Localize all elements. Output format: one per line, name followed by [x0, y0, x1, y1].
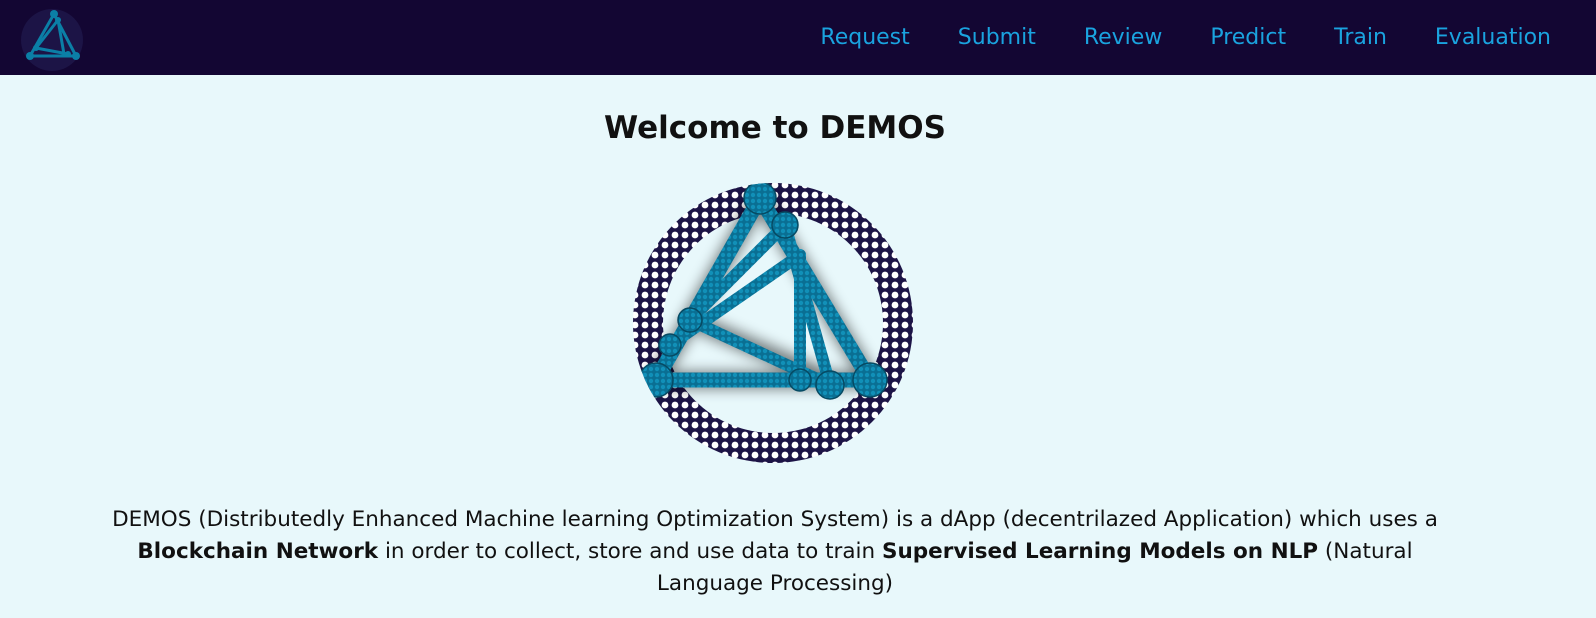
- description-bold-blockchain: Blockchain Network: [137, 539, 379, 564]
- description-text-1: DEMOS (Distributedly Enhanced Machine le…: [112, 507, 1438, 532]
- demos-hero-logo: [630, 180, 916, 466]
- nav-submit-link[interactable]: Submit: [958, 25, 1036, 50]
- nav-menu: Request Submit Review Predict Train Eval…: [772, 0, 1551, 75]
- nav-predict-link[interactable]: Predict: [1210, 25, 1286, 50]
- nav-evaluation-link[interactable]: Evaluation: [1435, 25, 1551, 50]
- nav-request-link[interactable]: Request: [820, 25, 909, 50]
- intro-description: DEMOS (Distributedly Enhanced Machine le…: [100, 504, 1450, 600]
- page-title: Welcome to DEMOS: [604, 110, 946, 146]
- description-text-2: in order to collect, store and use data …: [378, 539, 882, 564]
- description-bold-supervised: Supervised Learning Models on NLP: [881, 539, 1319, 564]
- top-navbar: Request Submit Review Predict Train Eval…: [0, 0, 1596, 75]
- nav-review-link[interactable]: Review: [1084, 25, 1163, 50]
- nav-train-link[interactable]: Train: [1334, 25, 1387, 50]
- logo-icon[interactable]: [20, 8, 84, 72]
